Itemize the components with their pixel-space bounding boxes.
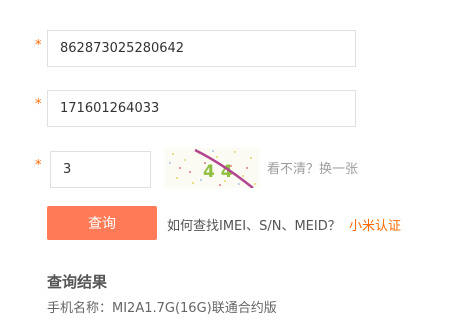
sn-input[interactable] (47, 90, 356, 127)
help-text: 如何查找IMEI、S/N、MEID？ (167, 219, 341, 234)
query-page: * * * 4 4 看不清？换一张 查询 如何查找IMEI、S/N、MEID？ … (0, 0, 459, 321)
query-button[interactable]: 查询 (47, 206, 157, 240)
captcha-input[interactable] (50, 151, 151, 188)
refresh-captcha-link[interactable]: 看不清？换一张 (267, 158, 358, 177)
captcha-image[interactable]: 4 4 (165, 148, 259, 188)
required-marker-captcha: * (35, 158, 42, 173)
imei-input[interactable] (47, 30, 356, 67)
required-marker-sn: * (35, 97, 42, 112)
captcha-text: 4 4 (203, 162, 233, 182)
required-marker-imei: * (35, 38, 42, 53)
result-phone-name: 手机名称：MI2A1.7G(16G)联通合约版 (47, 301, 277, 316)
verify-link[interactable]: 小米认证 (349, 215, 401, 234)
result-title: 查询结果 (47, 273, 108, 291)
